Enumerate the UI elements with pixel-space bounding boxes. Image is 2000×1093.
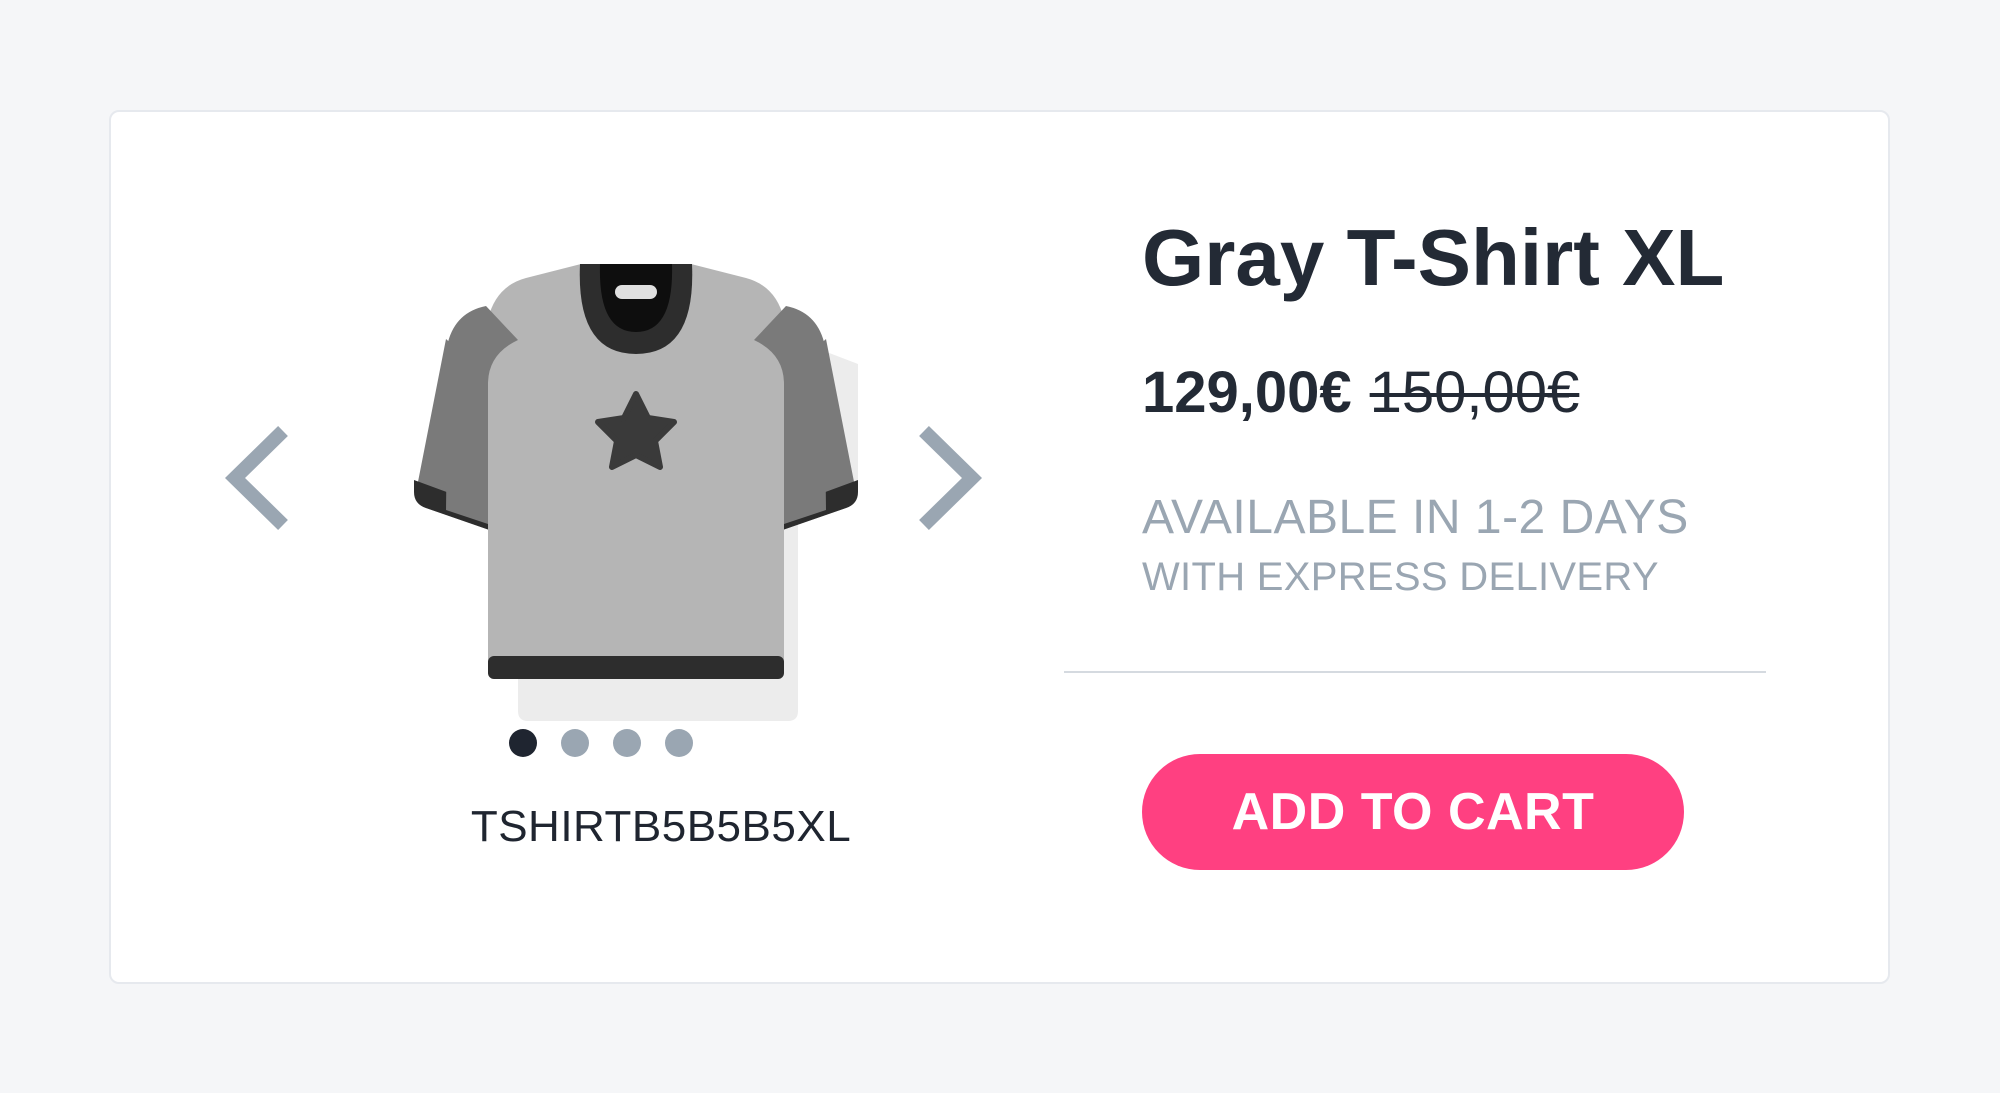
product-card: TSHIRTB5B5B5XL Gray T-Shirt XL 129,00€ 15… — [109, 110, 1890, 984]
product-image — [386, 234, 946, 814]
availability-text: AVAILABLE IN 1-2 DAYS — [1142, 491, 1689, 544]
chevron-right-icon — [919, 425, 983, 531]
chevron-left-icon — [224, 425, 288, 531]
delivery-text: WITH EXPRESS DELIVERY — [1142, 555, 1659, 599]
product-title: Gray T-Shirt XL — [1142, 213, 1725, 302]
pagination-dot-4[interactable] — [665, 729, 693, 757]
divider — [1064, 671, 1766, 673]
pagination-dot-2[interactable] — [561, 729, 589, 757]
pagination-dot-1[interactable] — [509, 729, 537, 757]
product-sku: TSHIRTB5B5B5XL — [470, 802, 852, 851]
t-shirt-star-icon — [414, 264, 858, 721]
add-to-cart-button[interactable]: ADD TO CART — [1142, 754, 1684, 870]
image-pagination — [509, 729, 693, 757]
pagination-dot-3[interactable] — [613, 729, 641, 757]
next-image-button[interactable] — [914, 423, 984, 533]
availability-info: AVAILABLE IN 1-2 DAYS WITH EXPRESS DELIV… — [1142, 488, 1689, 606]
original-price: 150,00€ — [1369, 360, 1580, 425]
current-price: 129,00€ — [1142, 360, 1352, 425]
prev-image-button[interactable] — [223, 423, 293, 533]
price-block: 129,00€ 150,00€ — [1142, 359, 1579, 426]
